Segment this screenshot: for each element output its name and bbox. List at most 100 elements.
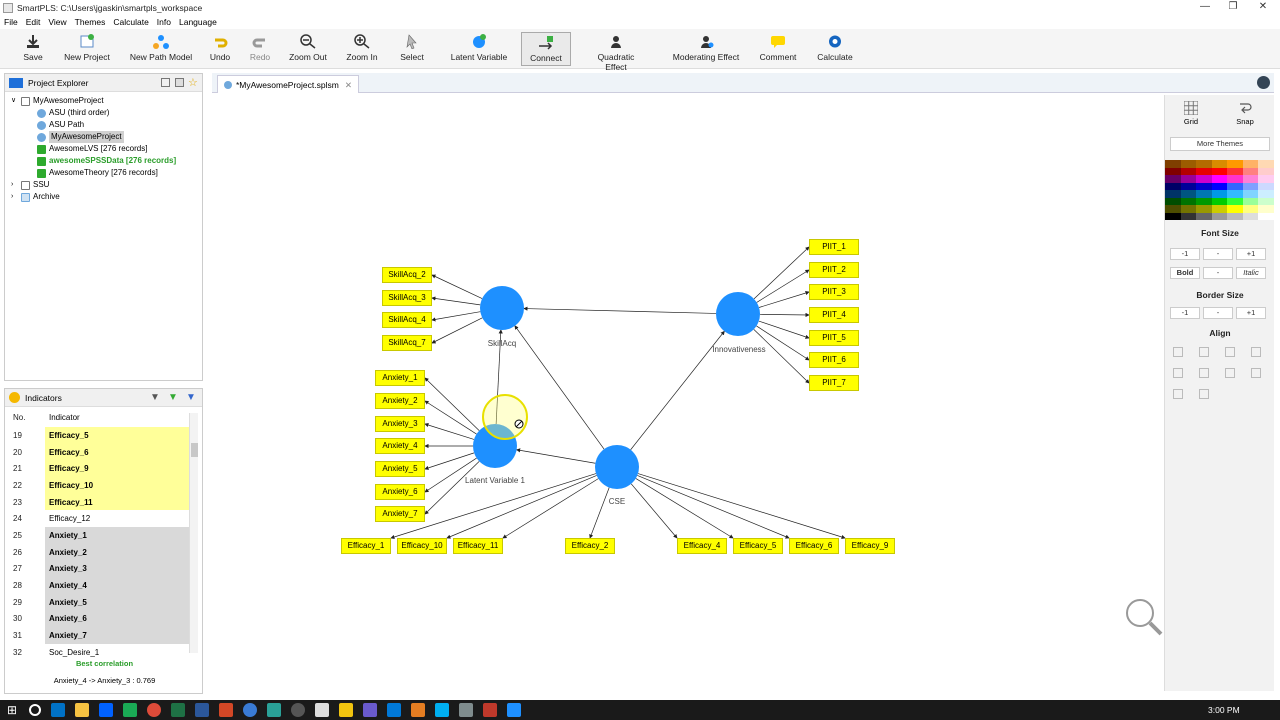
anxiety-loading-arrow[interactable] (424, 461, 480, 515)
table-row[interactable]: 21 Efficacy_9 (5, 460, 202, 478)
font-size-decrease-button[interactable]: -1 (1170, 248, 1200, 260)
border-decrease-button[interactable]: -1 (1170, 307, 1200, 319)
color-swatch[interactable] (1165, 212, 1181, 220)
table-row[interactable]: 26 Anxiety_2 (5, 543, 202, 561)
close-button[interactable]: ✕ (1248, 0, 1278, 15)
tree-item[interactable]: ASU Path (5, 119, 202, 131)
color-swatch[interactable] (1258, 212, 1274, 220)
app-icon[interactable] (267, 703, 281, 717)
color-swatch[interactable] (1258, 190, 1274, 198)
menu-themes[interactable]: Themes (71, 17, 110, 27)
table-row[interactable]: 22 Efficacy_10 (5, 477, 202, 494)
anxiety-loading-arrow[interactable] (424, 400, 477, 435)
tab-myawesomeproject[interactable]: *MyAwesomeProject.splsm ✕ (217, 75, 359, 93)
efficacy-loading-arrow[interactable] (637, 475, 790, 539)
scrollbar-thumb[interactable] (191, 443, 198, 457)
piit-loading-arrow[interactable] (758, 291, 810, 308)
indicator-piit[interactable]: PIIT_6 (809, 352, 859, 368)
comment-button[interactable]: Comment (758, 32, 798, 66)
table-row[interactable]: 31 Anxiety_7 (5, 627, 202, 644)
menu-file[interactable]: File (0, 17, 22, 27)
color-swatch[interactable] (1242, 205, 1258, 213)
save-button[interactable]: Save (16, 32, 50, 66)
stack-icon[interactable] (1173, 389, 1183, 399)
color-swatch[interactable] (1180, 167, 1196, 175)
color-swatch[interactable] (1258, 182, 1274, 190)
app-icon[interactable] (243, 703, 257, 717)
dropbox-icon[interactable] (99, 703, 113, 717)
model-canvas[interactable]: SkillAcq Innovativeness Latent Variable 1 C… (212, 93, 1163, 693)
skillacq-loading-arrow[interactable] (431, 296, 481, 306)
tree-item[interactable]: ASU (third order) (5, 107, 202, 119)
indicator-efficacy[interactable]: Efficacy_5 (733, 538, 783, 554)
color-swatch[interactable] (1242, 197, 1258, 205)
word-icon[interactable] (195, 703, 209, 717)
color-swatch[interactable] (1258, 175, 1274, 183)
color-swatch[interactable] (1165, 197, 1181, 205)
align-top-icon[interactable] (1173, 347, 1183, 357)
magnifier-icon[interactable] (1126, 599, 1154, 627)
align-left-icon[interactable] (1173, 368, 1183, 378)
efficacy-loading-arrow[interactable] (630, 483, 678, 539)
powerpoint-icon[interactable] (219, 703, 233, 717)
latent-variable-cse[interactable] (595, 445, 639, 489)
table-row[interactable]: 30 Anxiety_6 (5, 610, 202, 628)
color-swatch[interactable] (1211, 205, 1227, 213)
color-swatch[interactable] (1165, 190, 1181, 198)
piit-loading-arrow[interactable] (756, 269, 810, 303)
color-swatch[interactable] (1196, 167, 1212, 175)
tree-item[interactable]: awesomeSPSSData [276 records] (5, 155, 202, 167)
filter-icon[interactable]: ▼ (150, 392, 160, 403)
latent-variable-skillacq[interactable] (480, 286, 524, 330)
font-size-reset-button[interactable]: - (1203, 248, 1233, 260)
path-innovativeness-skillacq[interactable] (523, 306, 717, 314)
menu-view[interactable]: View (44, 17, 70, 27)
piit-loading-arrow[interactable] (756, 325, 810, 361)
outlook-icon[interactable] (51, 703, 65, 717)
indicator-skillacq[interactable]: SkillAcq_2 (382, 267, 432, 283)
indicator-skillacq[interactable]: SkillAcq_4 (382, 312, 432, 328)
new-project-button[interactable]: New Project (62, 32, 112, 66)
color-swatch[interactable] (1196, 197, 1212, 205)
redo-button[interactable]: Redo (246, 32, 274, 66)
color-swatch[interactable] (1242, 190, 1258, 198)
indicator-anxiety[interactable]: Anxiety_4 (375, 438, 425, 454)
indicator-efficacy[interactable]: Efficacy_6 (789, 538, 839, 554)
connect-button[interactable]: Connect (521, 32, 571, 66)
anxiety-loading-arrow[interactable] (424, 452, 475, 470)
indicator-piit[interactable]: PIIT_3 (809, 284, 859, 300)
indicator-efficacy[interactable]: Efficacy_11 (453, 538, 503, 554)
color-swatch[interactable] (1165, 205, 1181, 213)
color-swatch[interactable] (1227, 197, 1243, 205)
minimize-button[interactable]: — (1190, 0, 1220, 15)
indicator-anxiety[interactable]: Anxiety_2 (375, 393, 425, 409)
color-swatch[interactable] (1242, 160, 1258, 168)
star-icon[interactable]: ☆ (188, 76, 198, 89)
color-swatch[interactable] (1211, 182, 1227, 190)
indicator-anxiety[interactable]: Anxiety_6 (375, 484, 425, 500)
color-swatch[interactable] (1227, 212, 1243, 220)
color-swatch[interactable] (1180, 190, 1196, 198)
distribute-h-icon[interactable] (1225, 368, 1235, 378)
anxiety-loading-arrow[interactable] (424, 377, 480, 431)
color-swatch[interactable] (1180, 182, 1196, 190)
efficacy-loading-arrow[interactable] (589, 487, 610, 539)
path-cse-innovativeness[interactable] (630, 330, 725, 450)
color-swatch[interactable] (1211, 167, 1227, 175)
style-reset-button[interactable]: - (1203, 267, 1233, 279)
piit-loading-arrow[interactable] (753, 246, 810, 300)
snap-button[interactable]: Snap (1231, 101, 1259, 126)
maximize-button[interactable]: ❐ (1218, 0, 1248, 15)
color-swatch[interactable] (1242, 212, 1258, 220)
smartpls-taskbar-icon[interactable] (507, 703, 521, 717)
indicator-skillacq[interactable]: SkillAcq_7 (382, 335, 432, 351)
table-row[interactable]: 20 Efficacy_6 (5, 443, 202, 461)
color-swatch[interactable] (1180, 160, 1196, 168)
color-swatch[interactable] (1242, 175, 1258, 183)
color-swatch[interactable] (1180, 175, 1196, 183)
color-swatch[interactable] (1258, 205, 1274, 213)
indicator-anxiety[interactable]: Anxiety_3 (375, 416, 425, 432)
indicator-efficacy[interactable]: Efficacy_9 (845, 538, 895, 554)
menu-language[interactable]: Language (175, 17, 221, 27)
app-icon[interactable] (459, 703, 473, 717)
